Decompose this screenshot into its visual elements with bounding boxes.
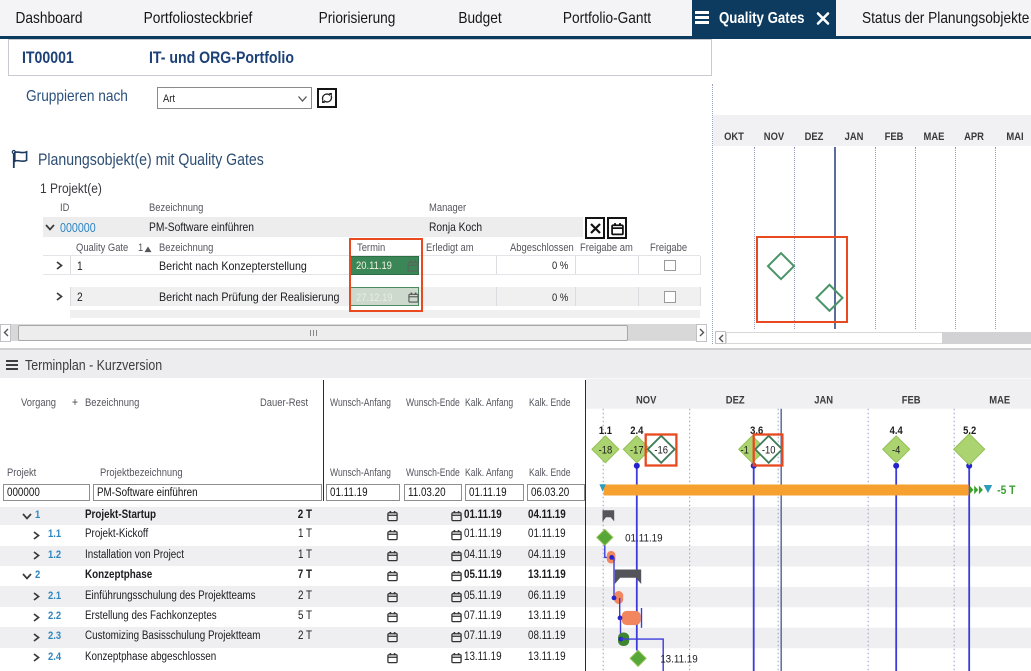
svg-text:-17: -17 bbox=[630, 444, 644, 456]
svg-text:13.11.19: 13.11.19 bbox=[660, 652, 698, 665]
svg-text:-1: -1 bbox=[740, 444, 749, 456]
svg-text:JAN: JAN bbox=[814, 394, 833, 406]
svg-text:NOV: NOV bbox=[636, 394, 657, 406]
svg-text:1.1: 1.1 bbox=[599, 425, 612, 437]
svg-text:MAE: MAE bbox=[989, 394, 1010, 406]
svg-text:01.11.19: 01.11.19 bbox=[625, 531, 663, 544]
svg-text:4.4: 4.4 bbox=[889, 425, 902, 437]
svg-text:FEB: FEB bbox=[902, 394, 921, 406]
svg-text:-10: -10 bbox=[762, 444, 776, 456]
svg-text:2.4: 2.4 bbox=[630, 425, 643, 437]
svg-text:-18: -18 bbox=[598, 444, 612, 456]
svg-text:-4: -4 bbox=[892, 444, 901, 456]
svg-text:-5 T: -5 T bbox=[997, 484, 1015, 497]
svg-text:-16: -16 bbox=[654, 444, 668, 456]
svg-text:5.2: 5.2 bbox=[963, 425, 976, 437]
svg-text:DEZ: DEZ bbox=[726, 394, 745, 406]
